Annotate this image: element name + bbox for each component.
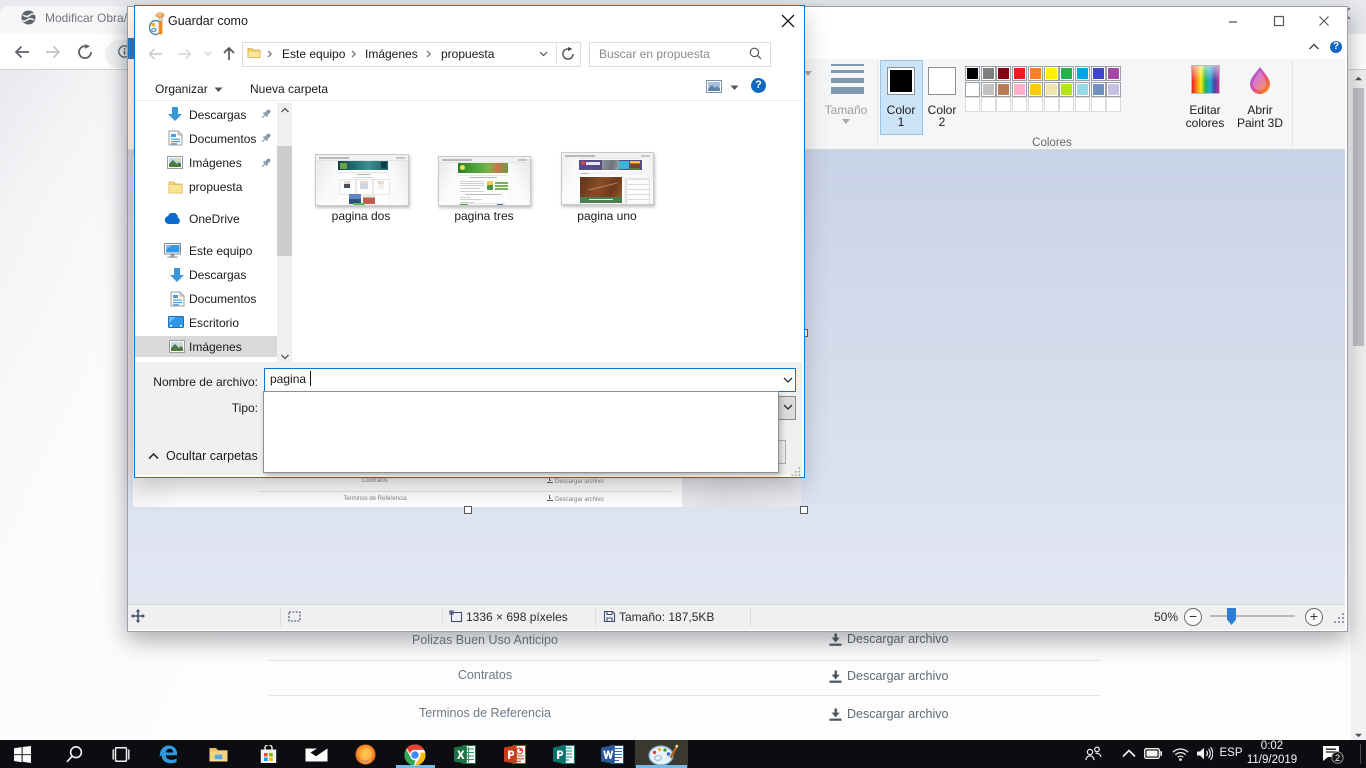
svg-text:2: 2 (1335, 753, 1340, 764)
